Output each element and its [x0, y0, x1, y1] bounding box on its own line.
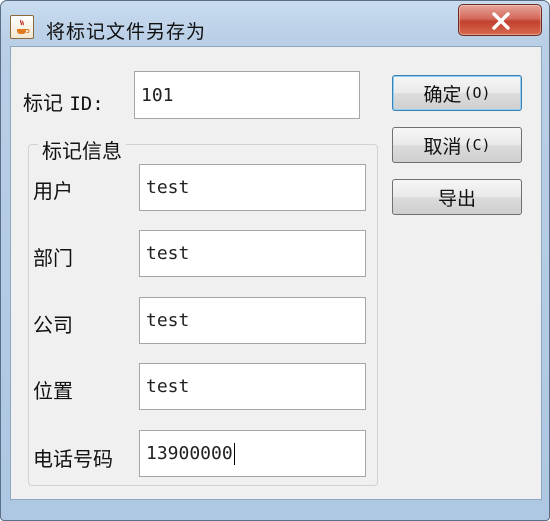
title-bar[interactable]: 将标记文件另存为 — [1, 1, 549, 45]
department-value: test — [146, 243, 190, 264]
company-value: test — [146, 310, 190, 331]
ok-button[interactable]: 确定 (O) — [392, 75, 522, 111]
location-value: test — [146, 376, 190, 397]
user-label: 用户 — [33, 179, 73, 203]
cancel-button-mnemonic: (C) — [463, 136, 491, 154]
company-input[interactable]: test — [139, 297, 366, 344]
window-title: 将标记文件另存为 — [46, 21, 207, 43]
user-value: test — [146, 177, 190, 198]
cancel-button-label: 取消 — [423, 135, 462, 158]
close-icon — [492, 12, 510, 30]
phone-label: 电话号码 — [33, 447, 113, 471]
export-button-label: 导出 — [437, 187, 476, 210]
export-button[interactable]: 导出 — [392, 179, 522, 215]
id-input[interactable]: 101 — [134, 71, 360, 119]
id-label: 标记 ID: — [23, 87, 104, 116]
id-label-text: 标记 — [23, 91, 63, 115]
location-input[interactable]: test — [139, 363, 366, 410]
ok-button-mnemonic: (O) — [463, 84, 491, 102]
department-label: 部门 — [33, 246, 73, 270]
location-label: 位置 — [33, 379, 73, 403]
department-input[interactable]: test — [139, 230, 366, 277]
user-input[interactable]: test — [139, 164, 366, 211]
ok-button-label: 确定 — [423, 83, 462, 106]
company-label: 公司 — [33, 313, 73, 337]
id-label-suffix: ID: — [69, 93, 104, 115]
dialog-content: 标记 ID: 101 标记信息 用户 test 部门 test 公司 test … — [10, 46, 542, 500]
text-caret — [233, 442, 235, 465]
phone-input[interactable]: 13900000 — [139, 430, 366, 477]
phone-value: 13900000 — [146, 443, 233, 464]
group-title: 标记信息 — [38, 135, 126, 164]
java-cup-icon — [10, 15, 34, 39]
dialog-window: 将标记文件另存为 标记 ID: 101 标记信息 用户 test 部门 test… — [0, 0, 550, 521]
close-button[interactable] — [458, 4, 542, 36]
cancel-button[interactable]: 取消 (C) — [392, 127, 522, 163]
id-value: 101 — [141, 84, 174, 106]
